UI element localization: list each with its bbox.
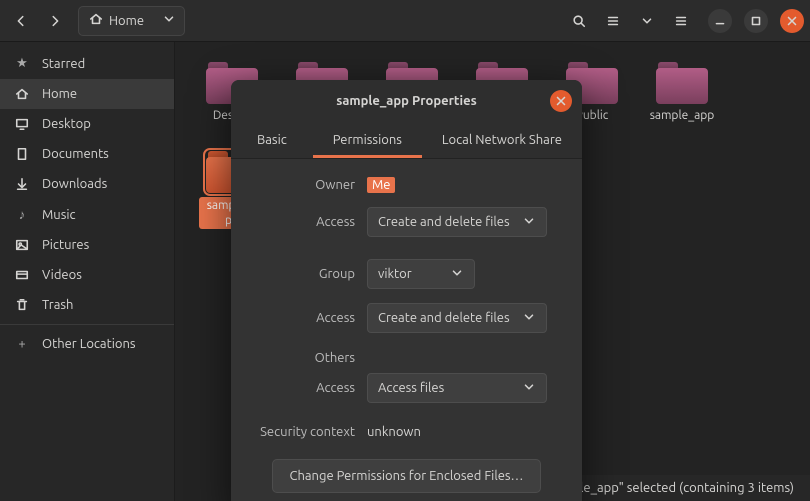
search-button[interactable] (564, 6, 594, 36)
tab-network-share[interactable]: Local Network Share (422, 122, 582, 158)
sidebar-item-music[interactable]: ♪Music (0, 199, 174, 230)
chevron-down-icon[interactable] (154, 12, 184, 29)
close-window-button[interactable] (780, 9, 804, 33)
desktop-icon (14, 117, 30, 131)
sidebar-item-pictures[interactable]: Pictures (0, 230, 174, 260)
folder-icon (656, 62, 708, 104)
group-access-label: Access (253, 311, 355, 325)
security-context-label: Security context (253, 425, 355, 439)
path-bar[interactable]: Home (78, 6, 185, 36)
dialog-tabs: Basic Permissions Local Network Share (231, 122, 582, 159)
minimize-button[interactable] (708, 9, 732, 33)
chevron-down-icon (450, 266, 464, 283)
owner-access-combo[interactable]: Create and delete files (367, 207, 547, 237)
pictures-icon (14, 238, 30, 252)
sidebar-item-downloads[interactable]: Downloads (0, 169, 174, 199)
star-icon: ★ (14, 56, 30, 71)
downloads-icon (14, 177, 30, 191)
properties-dialog: sample_app Properties Basic Permissions … (231, 80, 582, 501)
folder-item[interactable]: sample_app (649, 62, 715, 123)
sidebar-item-trash[interactable]: Trash (0, 290, 174, 320)
change-enclosed-button[interactable]: Change Permissions for Enclosed Files… (272, 459, 540, 493)
dialog-title: sample_app Properties (336, 94, 477, 108)
security-context-value: unknown (367, 425, 421, 439)
music-icon: ♪ (14, 207, 30, 222)
dialog-close-button[interactable] (550, 90, 572, 112)
owner-label: Owner (253, 178, 355, 192)
home-icon (14, 87, 30, 101)
group-access-combo[interactable]: Create and delete files (367, 303, 547, 333)
maximize-button[interactable] (744, 9, 768, 33)
owner-access-label: Access (253, 215, 355, 229)
sidebar: ★Starred Home Desktop Documents Download… (0, 42, 175, 501)
path-home-label: Home (109, 14, 144, 28)
path-home[interactable]: Home (79, 7, 154, 35)
others-access-label: Access (253, 381, 355, 395)
dialog-header[interactable]: sample_app Properties (231, 80, 582, 122)
group-label: Group (253, 267, 355, 281)
group-combo[interactable]: viktor (367, 259, 475, 289)
tab-permissions[interactable]: Permissions (313, 122, 422, 158)
sidebar-separator (0, 324, 174, 325)
nav-back-button[interactable] (6, 6, 36, 36)
sidebar-item-home[interactable]: Home (0, 79, 174, 109)
chevron-down-icon (522, 310, 536, 327)
view-list-button[interactable] (598, 6, 628, 36)
documents-icon (14, 147, 30, 161)
sidebar-item-documents[interactable]: Documents (0, 139, 174, 169)
titlebar: Home (0, 0, 810, 42)
sidebar-item-other-locations[interactable]: +Other Locations (0, 329, 174, 359)
hamburger-menu-button[interactable] (666, 6, 696, 36)
others-label: Others (253, 351, 355, 365)
trash-icon (14, 298, 30, 312)
owner-value: Me (367, 177, 395, 193)
sidebar-item-starred[interactable]: ★Starred (0, 48, 174, 79)
sidebar-item-desktop[interactable]: Desktop (0, 109, 174, 139)
view-options-button[interactable] (632, 6, 662, 36)
others-access-combo[interactable]: Access files (367, 373, 547, 403)
chevron-down-icon (522, 380, 536, 397)
videos-icon (14, 268, 30, 282)
plus-icon: + (14, 337, 30, 351)
sidebar-item-videos[interactable]: Videos (0, 260, 174, 290)
tab-basic[interactable]: Basic (231, 122, 313, 158)
chevron-down-icon (522, 214, 536, 231)
home-icon (89, 12, 103, 29)
nav-forward-button[interactable] (40, 6, 70, 36)
